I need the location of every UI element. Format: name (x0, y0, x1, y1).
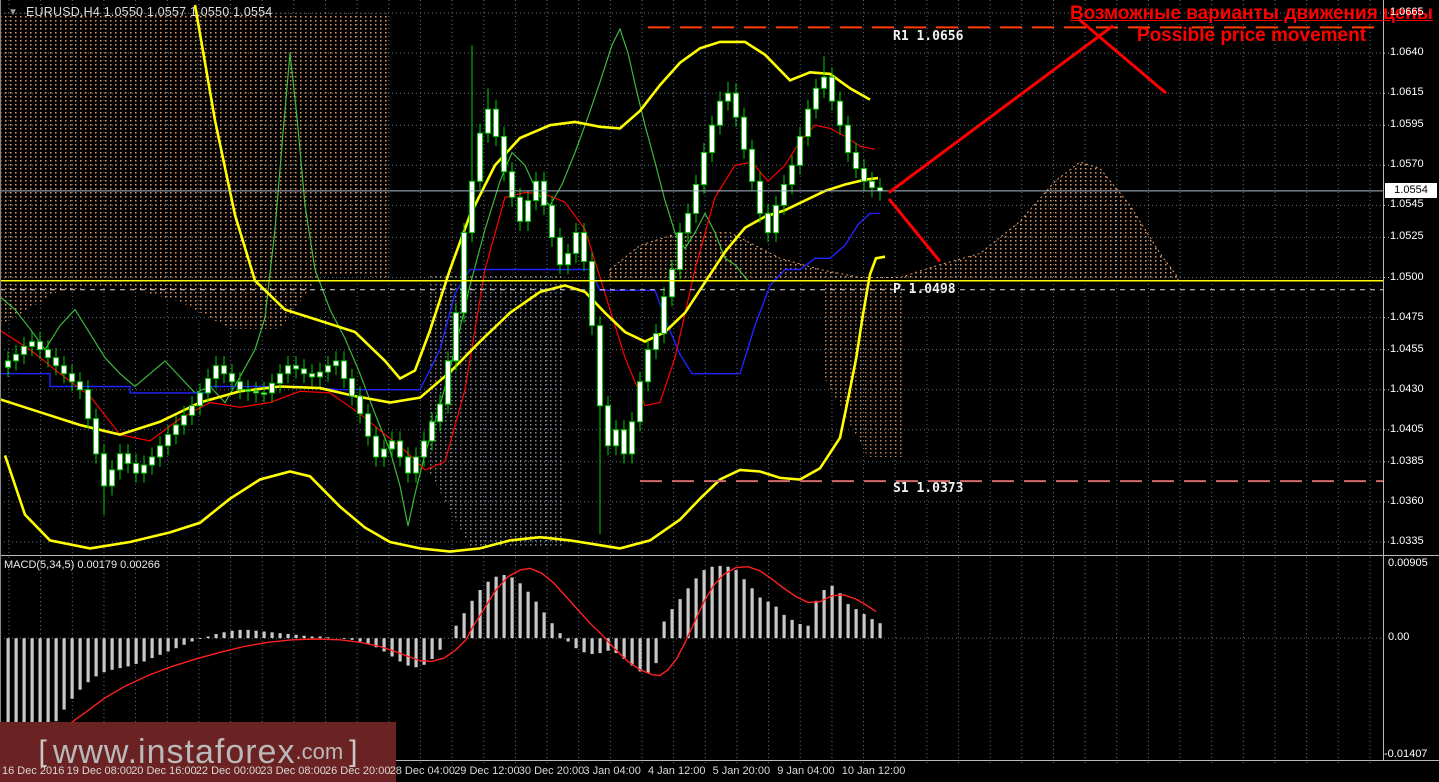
price-tick-label: 1.0500 (1390, 270, 1424, 283)
chart-dropdown-icon[interactable]: ▼ (8, 7, 18, 18)
pivot-level-label: P 1.0498 (893, 282, 956, 297)
forecast-text-en: Possible price movement (1136, 25, 1367, 46)
macd-zero-label: 0.00 (1388, 631, 1410, 644)
price-tick-label: 1.0360 (1390, 494, 1424, 507)
macd-max-label: 0.00905 (1388, 557, 1428, 569)
time-axis-label: 23 Dec 08:00 (260, 765, 326, 777)
watermark-bracket-right: ] (349, 735, 358, 768)
price-tick-label: 1.0385 (1390, 454, 1424, 467)
chart-title: EURUSD,H4 1.0550 1.0557 1.0550 1.0554 (26, 5, 273, 19)
price-tick-label: 1.0640 (1390, 46, 1424, 59)
price-tick-label: 1.0665 (1390, 6, 1424, 18)
price-tick-label: 1.0335 (1390, 535, 1424, 547)
time-axis-label: 10 Jan 12:00 (841, 765, 906, 777)
chart-canvas[interactable] (0, 0, 1439, 782)
forecast-annotation: Возможные варианты движения цены Possibl… (1070, 3, 1433, 47)
time-axis-label: 30 Dec 20:00 (518, 765, 585, 777)
macd-indicator-label: MACD(5,34,5) 0.00179 0.00266 (4, 559, 160, 571)
price-tick-label: 1.0455 (1390, 342, 1424, 355)
price-tick-label: 1.0405 (1390, 422, 1424, 435)
price-tick-label: 1.0615 (1390, 86, 1424, 99)
time-axis-label: 3 Jan 04:00 (583, 765, 641, 777)
time-axis-label: 26 Dec 20:00 (325, 765, 391, 777)
support-level-label: S1 1.0373 (893, 481, 964, 496)
price-tick-label: 1.0525 (1390, 230, 1424, 243)
watermark-bracket-left: [ (38, 735, 47, 768)
macd-min-label: -0.01407 (1384, 748, 1428, 760)
mt4-chart-window: ▼ EURUSD,H4 1.0550 1.0557 1.0550 1.0554 … (0, 0, 1439, 782)
watermark-tld: .com (295, 739, 344, 764)
price-tick-label: 1.0595 (1390, 118, 1424, 131)
current-price-badge: 1.0554 (1385, 183, 1437, 198)
price-tick-label: 1.0570 (1390, 158, 1424, 171)
forecast-text-ru: Возможные варианты движения цены (1069, 3, 1433, 24)
time-axis-label: 4 Jan 12:00 (648, 765, 706, 777)
resistance-level-label: R1 1.0656 (893, 29, 964, 44)
time-axis-label: 28 Dec 04:00 (389, 765, 456, 777)
time-axis-label: 9 Jan 04:00 (777, 765, 835, 777)
time-axis-label: 29 Dec 12:00 (454, 765, 520, 777)
price-tick-label: 1.0545 (1390, 198, 1424, 211)
time-axis-label: 5 Jan 20:00 (712, 765, 771, 777)
price-tick-label: 1.0475 (1390, 310, 1424, 323)
time-axis-label: 20 Dec 16:00 (131, 765, 197, 777)
time-axis-label: 16 Dec 2016 (2, 765, 65, 777)
time-axis-label: 19 Dec 08:00 (66, 765, 133, 777)
time-axis-label: 22 Dec 00:00 (195, 765, 262, 777)
price-tick-label: 1.0430 (1390, 382, 1424, 395)
